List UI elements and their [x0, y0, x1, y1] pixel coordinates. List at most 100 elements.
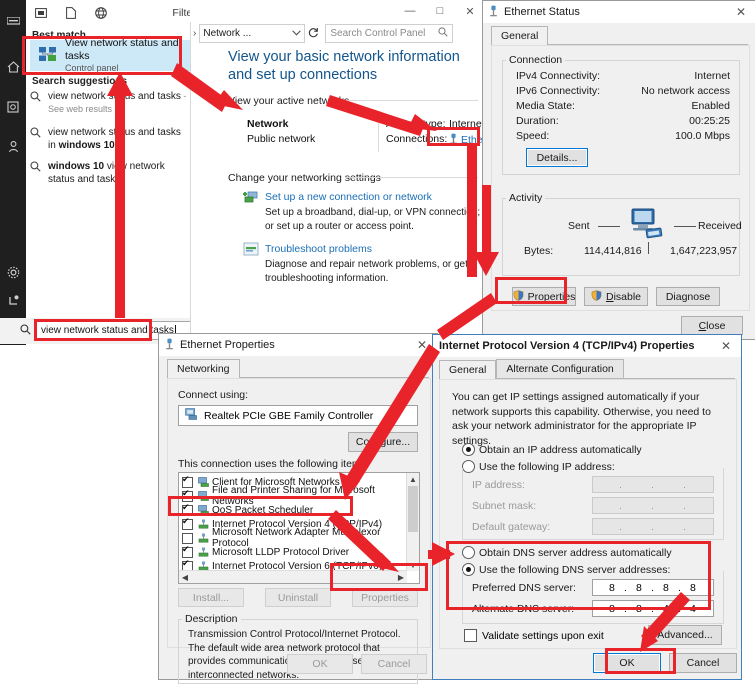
item-label: QoS Packet Scheduler: [212, 504, 314, 516]
diagnose-button[interactable]: Diagnose: [656, 287, 720, 306]
item-properties-button-label: Properties: [361, 591, 409, 604]
search-icon: [30, 160, 48, 175]
install-button[interactable]: Install...: [178, 588, 244, 607]
tab-alternate-configuration[interactable]: Alternate Configuration: [496, 359, 624, 378]
preferred-dns-octet-2: 8: [636, 581, 643, 594]
ipv4-cancel-button[interactable]: Cancel: [669, 653, 737, 673]
preferred-dns-octet-4: 8: [690, 581, 697, 594]
network-name: Network: [247, 118, 289, 130]
suggestion-1-text: view network status and tasks: [48, 91, 181, 102]
alternate-dns-field[interactable]: 8. 8. 4. 4: [592, 600, 714, 617]
documents-icon[interactable]: [0, 90, 26, 124]
scroll-right-icon[interactable]: ▶: [395, 573, 407, 582]
list-item[interactable]: Microsoft Network Adapter Multiplexor Pr…: [179, 527, 406, 549]
advanced-button[interactable]: Advanced...: [648, 625, 722, 645]
diagnose-button-label: Diagnose: [665, 290, 711, 303]
duration-value: 00:25:25: [689, 115, 730, 127]
network-type: Public network: [247, 133, 316, 145]
disable-button[interactable]: Disable: [584, 287, 648, 306]
ipv4-properties-dialog: Internet Protocol Version 4 (TCP/IPv4) P…: [432, 334, 742, 680]
close-button[interactable]: ✕: [455, 0, 485, 22]
validate-settings-checkbox[interactable]: Validate settings upon exit: [464, 629, 604, 642]
alternate-dns-octet-4: 4: [690, 602, 697, 615]
connect-using-label: Connect using:: [178, 389, 249, 401]
radio-obtain-dns-automatically[interactable]: Obtain DNS server address automatically: [462, 546, 672, 559]
radio-obtain-dns-label: Obtain DNS server address automatically: [479, 546, 672, 559]
tab-networking[interactable]: Networking: [167, 359, 240, 378]
start-menu-search-pane: Filters Best match View network status a…: [0, 0, 222, 345]
connections-label: Connections:: [386, 133, 448, 145]
hamburger-icon[interactable]: [0, 4, 26, 38]
web-icon[interactable]: [86, 0, 116, 26]
breadcrumb[interactable]: Network ...: [199, 24, 306, 43]
subnet-mask-field[interactable]: ...: [592, 497, 714, 514]
cancel-button[interactable]: Cancel: [361, 654, 427, 674]
apps-icon[interactable]: [26, 0, 56, 26]
page-title: View your basic network information and …: [228, 49, 460, 84]
best-match-title: View network status and tasks: [65, 36, 179, 62]
list-item[interactable]: File and Printer Sharing for Microsoft N…: [179, 485, 406, 507]
radio-obtain-ip-automatically[interactable]: Obtain an IP address automatically: [462, 443, 642, 456]
preferred-dns-field[interactable]: 8. 8. 8. 8: [592, 579, 714, 596]
suggestion-item-2[interactable]: view network status and tasks in windows…: [30, 126, 212, 152]
sharing-icon: [197, 491, 209, 501]
ip-address-field[interactable]: ...: [592, 476, 714, 493]
start-menu-left-rail: [0, 0, 26, 345]
suggestion-item-1[interactable]: view network status and tasks - See web …: [30, 90, 212, 116]
horizontal-scrollbar[interactable]: ◀ ▶: [179, 570, 407, 583]
ethernet-status-titlebar: Ethernet Status ✕: [483, 1, 755, 23]
setup-new-connection-link[interactable]: Set up a new connection or network: [265, 191, 432, 203]
ok-button[interactable]: OK: [287, 654, 353, 674]
scroll-down-icon[interactable]: ▼: [407, 559, 419, 571]
close-icon[interactable]: ✕: [726, 5, 755, 19]
connection-group-label: Connection: [506, 54, 566, 66]
tab-general[interactable]: General: [439, 360, 497, 379]
close-icon[interactable]: ✕: [711, 339, 741, 353]
best-match-result[interactable]: View network status and tasks Control pa…: [30, 36, 195, 73]
properties-button-label: Properties: [527, 290, 576, 303]
scroll-up-icon[interactable]: ▲: [407, 473, 419, 485]
validate-settings-label: Validate settings upon exit: [482, 629, 604, 642]
uninstall-button-label: Uninstall: [277, 591, 319, 604]
description-group: Description Transmission Control Protoco…: [178, 613, 418, 684]
home-icon[interactable]: [0, 50, 26, 84]
item-properties-button[interactable]: Properties: [352, 588, 418, 607]
scrollbar-thumb[interactable]: [408, 486, 418, 532]
access-type-label: Access type:: [386, 118, 446, 130]
search-control-panel-input[interactable]: Search Control Panel: [325, 24, 454, 43]
uninstall-button[interactable]: Uninstall: [265, 588, 331, 607]
maximize-button[interactable]: □: [425, 0, 455, 22]
access-type-value: Internet: [449, 118, 485, 130]
details-button[interactable]: Details...: [526, 148, 588, 167]
close-button[interactable]: Close: [681, 316, 743, 335]
ethernet-properties-title: Ethernet Properties: [180, 339, 275, 351]
ipv4-ok-button[interactable]: OK: [593, 653, 661, 673]
activity-group-label: Activity: [506, 192, 546, 204]
tab-general[interactable]: General: [491, 26, 549, 45]
vertical-scrollbar[interactable]: ▲ ▼: [406, 473, 419, 571]
troubleshoot-link[interactable]: Troubleshoot problems: [265, 243, 372, 255]
minimize-button[interactable]: —: [395, 0, 425, 22]
received-label: Received: [698, 220, 742, 232]
power-icon[interactable]: [0, 283, 26, 317]
divider: [378, 112, 379, 152]
properties-button[interactable]: Properties: [512, 287, 576, 306]
configure-button[interactable]: Configure...: [348, 432, 418, 452]
ethernet-properties-titlebar: Ethernet Properties ✕: [159, 334, 437, 356]
ethernet-icon: [489, 5, 498, 20]
refresh-icon[interactable]: [305, 27, 321, 41]
adapter-name: Realtek PCIe GBE Family Controller: [204, 409, 374, 422]
scroll-left-icon[interactable]: ◀: [179, 573, 191, 582]
person-icon[interactable]: [0, 130, 26, 164]
media-state-value: Enabled: [691, 100, 730, 112]
default-gateway-field[interactable]: ...: [592, 518, 714, 535]
chevron-down-icon[interactable]: [292, 28, 302, 39]
network-items-list[interactable]: Client for Microsoft Networks File and P…: [178, 472, 420, 584]
alternate-dns-label: Alternate DNS server:: [472, 603, 575, 615]
document-icon[interactable]: [56, 0, 86, 26]
duration-label: Duration:: [516, 115, 559, 127]
shield-icon: [513, 289, 524, 304]
networking-panel: Connect using: Realtek PCIe GBE Family C…: [167, 378, 431, 684]
suggestion-item-3[interactable]: windows 10 view network status and tasks…: [30, 160, 212, 186]
control-panel-addressbar: › Network ... Search Control Panel: [193, 24, 478, 43]
